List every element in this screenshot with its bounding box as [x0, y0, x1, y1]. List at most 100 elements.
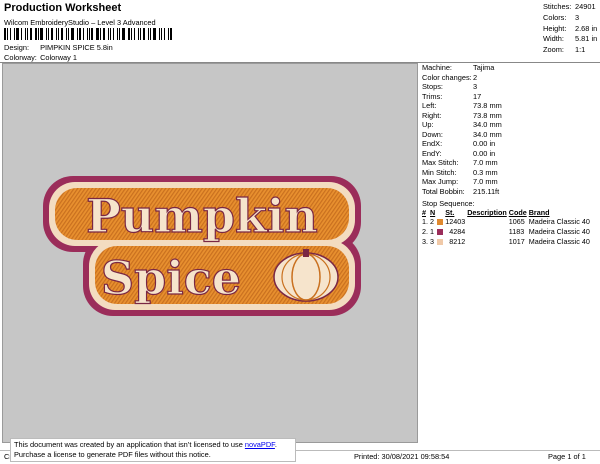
- info-value: 73.8 mm: [473, 110, 502, 120]
- seq-color: [437, 237, 445, 247]
- info-row: Max Jump: 7.0 mm: [420, 177, 600, 187]
- barcode-bar: [168, 28, 170, 40]
- info-row: Left: 73.8 mm: [420, 101, 600, 111]
- stop-sequence-table: # N St. Description Code Brand 1. 2 12403 1…: [422, 208, 592, 247]
- col-color: [437, 208, 445, 217]
- info-label: Min Stitch:: [422, 167, 457, 177]
- info-value: 17: [473, 91, 482, 101]
- barcode-bar: [29, 28, 32, 40]
- info-label: Total Bobbin:: [422, 186, 465, 196]
- seq-description: [467, 237, 509, 247]
- barcode-bar: [133, 28, 135, 40]
- seq-description: [467, 217, 509, 227]
- col-n: N: [430, 208, 436, 217]
- barcode-bar: [51, 28, 53, 40]
- barcode-bar: [137, 28, 140, 40]
- barcode-bar: [158, 28, 160, 40]
- info-row: Down: 34.0 mm: [420, 130, 600, 140]
- notice-text-line2: Purchase a license to generate PDF files…: [14, 450, 211, 459]
- info-value: 3: [473, 82, 478, 91]
- info-row: Stops: 3: [420, 82, 600, 92]
- design-label: Design:: [4, 43, 30, 52]
- info-value: 73.8 mm: [473, 101, 502, 110]
- colorway-line: Colorway: Colorway 1: [4, 53, 77, 62]
- seq-stitches: 4284: [449, 227, 466, 236]
- seq-n: 2: [430, 217, 434, 226]
- novapdf-link[interactable]: novaPDF: [245, 440, 275, 449]
- barcode-bar: [6, 28, 8, 40]
- info-row: Color changes: 2: [420, 73, 600, 83]
- info-value: 0.00 in: [473, 148, 496, 158]
- barcode-bar: [37, 28, 39, 40]
- barcode-bar: [102, 28, 105, 40]
- seq-num: 2.: [422, 227, 428, 236]
- info-label: EndX:: [422, 139, 443, 148]
- barcode-bar: [60, 28, 63, 40]
- barcode-bar: [40, 28, 44, 40]
- info-value: 34.0 mm: [473, 129, 502, 139]
- info-value: 215.11ft: [473, 186, 500, 196]
- barcode-bar: [122, 28, 125, 40]
- info-row: EndX: 0.00 in: [420, 139, 600, 149]
- barcode-bar: [127, 28, 130, 40]
- stat-row: Width: 5.81 in: [543, 34, 597, 45]
- info-value: 2: [473, 72, 478, 82]
- stats-block: Stitches: 24901 Colors: 3 Height: 2.68 in W…: [543, 2, 597, 56]
- barcode: [4, 28, 174, 40]
- barcode-bar: [68, 28, 70, 40]
- info-value: 0.00 in: [473, 139, 496, 148]
- stat-row: Stitches: 24901: [543, 2, 597, 13]
- notice-period: .: [274, 440, 277, 449]
- stat-row: Colors: 3: [543, 13, 597, 24]
- seq-n: 1: [430, 227, 434, 236]
- info-label: Trims:: [422, 91, 443, 101]
- seq-stitches: 12403: [445, 217, 466, 226]
- barcode-bar: [91, 28, 94, 40]
- seq-num: 1.: [422, 217, 428, 226]
- table-row: 3. 3 8212 1017 Madeira Classic 40: [422, 237, 592, 247]
- barcode-bar: [99, 28, 101, 40]
- info-value: 0.3 mm: [473, 167, 498, 177]
- info-label: Left:: [422, 101, 437, 110]
- info-label: Right:: [422, 110, 442, 120]
- barcode-bar: [34, 28, 37, 40]
- info-row: Up: 34.0 mm: [420, 120, 600, 130]
- info-label: Up:: [422, 120, 434, 129]
- barcode-bar: [57, 28, 59, 40]
- barcode-bar: [4, 28, 6, 40]
- info-row: Total Bobbin: 215.11ft: [420, 187, 600, 197]
- barcode-bar: [76, 28, 78, 40]
- barcode-bar: [150, 28, 151, 40]
- barcode-bar: [143, 28, 146, 40]
- info-label: Color changes:: [422, 72, 472, 82]
- stop-sequence-title: Stop Sequence:: [422, 199, 475, 208]
- info-label: Stops:: [422, 82, 443, 91]
- barcode-bar: [130, 28, 132, 40]
- colorway-value: Colorway 1: [40, 53, 78, 62]
- barcode-bar: [160, 28, 163, 40]
- machine-info: Machine: Tajima Color changes: 2 Stops: 3 Trim…: [420, 63, 600, 196]
- col-num: #: [422, 208, 426, 217]
- seq-color: [437, 227, 445, 237]
- printed-date: Printed: 30/08/2021 09:58:54: [354, 452, 450, 461]
- worksheet-title: Production Worksheet: [4, 2, 122, 14]
- seq-n: 3: [430, 237, 434, 246]
- design-value: PIMPKIN SPICE 5.8in: [40, 43, 113, 52]
- stat-label: Colors:: [543, 12, 567, 22]
- color-swatch: [437, 229, 444, 236]
- barcode-bar: [112, 28, 115, 40]
- table-header-row: # N St. Description Code Brand: [422, 208, 592, 217]
- design-preview: Pumpkin Spice: [2, 63, 418, 443]
- barcode-bar: [170, 28, 173, 40]
- barcode-bar: [140, 28, 142, 40]
- barcode-bar: [107, 28, 109, 40]
- notice-text: This document was created by an applicat…: [14, 440, 245, 449]
- table-row: 2. 1 4284 1183 Madeira Classic 40: [422, 227, 592, 237]
- info-value: 7.0 mm: [473, 158, 498, 167]
- info-label: Max Jump:: [422, 177, 459, 186]
- color-swatch: [437, 239, 444, 246]
- embroidery-design-image: Pumpkin Spice: [43, 176, 361, 316]
- table-row: 1. 2 12403 1065 Madeira Classic 40: [422, 217, 592, 227]
- seq-stitches: 8212: [449, 237, 466, 246]
- info-label: Down:: [422, 129, 443, 139]
